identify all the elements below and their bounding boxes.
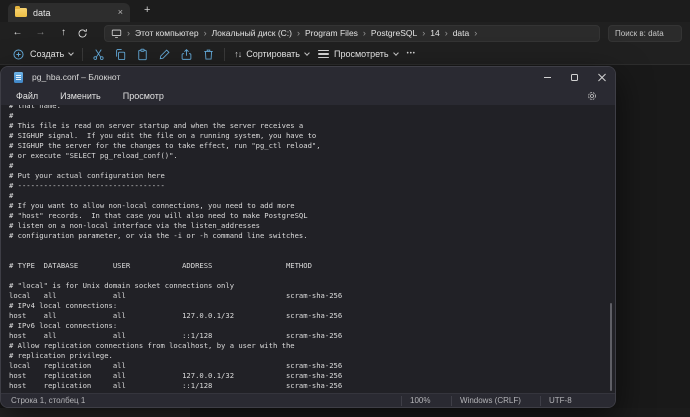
chevron-right-icon: ›: [440, 28, 453, 38]
new-button[interactable]: Создать: [12, 48, 73, 61]
sort-arrows-icon: ↑↓: [234, 49, 241, 59]
chevron-right-icon: ›: [358, 28, 371, 38]
rename-button[interactable]: [158, 48, 171, 61]
close-icon: [598, 73, 606, 81]
breadcrumb-item-data[interactable]: data: [453, 28, 470, 38]
back-button[interactable]: ←: [8, 28, 27, 38]
cut-button[interactable]: [92, 48, 105, 61]
maximize-icon: [571, 74, 578, 81]
search-input[interactable]: Поиск в: data: [608, 25, 682, 42]
view-button[interactable]: Просмотреть: [318, 49, 398, 59]
editor-area[interactable]: # that name. # # This file is read on se…: [1, 105, 615, 393]
minimize-button[interactable]: [534, 67, 561, 87]
notepad-app-icon: [14, 72, 23, 83]
toolbar-separator: [82, 48, 83, 61]
encoding: UTF-8: [540, 396, 615, 406]
up-button[interactable]: ↑: [54, 28, 73, 38]
menu-edit[interactable]: Изменить: [49, 91, 112, 101]
trash-icon: [202, 48, 215, 61]
share-button[interactable]: [180, 48, 193, 61]
new-tab-button[interactable]: +: [144, 4, 150, 18]
chevron-right-icon: ›: [292, 28, 305, 38]
scissors-icon: [92, 48, 105, 61]
explorer-tab-data[interactable]: data ×: [8, 3, 130, 22]
explorer-statusbar: [0, 408, 690, 417]
explorer-tab-strip: data × +: [0, 0, 690, 22]
zoom-level: 100%: [401, 396, 451, 406]
notepad-window: pg_hba.conf – Блокнот Файл Изменить Прос…: [0, 66, 616, 408]
breadcrumb-item-postgresql[interactable]: PostgreSQL: [371, 28, 417, 38]
close-tab-icon[interactable]: ×: [118, 8, 123, 17]
explorer-toolbar: Создать: [0, 44, 690, 65]
share-icon: [180, 48, 193, 61]
chevron-right-icon: ›: [469, 28, 482, 38]
copy-button[interactable]: [114, 48, 127, 61]
breadcrumb-item-disk-c[interactable]: Локальный диск (C:): [212, 28, 292, 38]
desktop: data × + ← → ↑ › Этот компьютер › Локаль…: [0, 0, 690, 417]
refresh-icon: [77, 28, 88, 39]
breadcrumb-item-this-pc[interactable]: Этот компьютер: [135, 28, 199, 38]
breadcrumb-item-program-files[interactable]: Program Files: [305, 28, 358, 38]
tab-title: data: [33, 8, 112, 18]
cursor-position: Строка 1, столбец 1: [1, 396, 401, 405]
menu-file[interactable]: Файл: [5, 91, 49, 101]
menu-view[interactable]: Просмотр: [112, 91, 175, 101]
plus-circle-icon: [12, 48, 25, 61]
chevron-right-icon: ›: [199, 28, 212, 38]
clipboard-icon: [136, 48, 149, 61]
vertical-scrollbar[interactable]: [610, 303, 612, 391]
new-button-label: Создать: [30, 49, 64, 59]
copy-icon: [114, 48, 127, 61]
rename-icon: [158, 48, 171, 61]
chevron-right-icon: ›: [417, 28, 430, 38]
notepad-statusbar: Строка 1, столбец 1 100% Windows (CRLF) …: [1, 393, 615, 407]
chevron-down-icon: [304, 50, 310, 56]
forward-button[interactable]: →: [31, 28, 50, 38]
more-options-button[interactable]: •••: [407, 51, 416, 57]
breadcrumb[interactable]: › Этот компьютер › Локальный диск (C:) ›…: [104, 25, 600, 42]
paste-button[interactable]: [136, 48, 149, 61]
sort-button[interactable]: ↑↓ Сортировать: [234, 49, 309, 59]
notepad-menubar: Файл Изменить Просмотр: [1, 87, 615, 105]
refresh-button[interactable]: [77, 28, 96, 39]
ellipsis-icon: •••: [407, 51, 416, 57]
line-ending: Windows (CRLF): [451, 396, 540, 406]
explorer-navbar: ← → ↑ › Этот компьютер › Локальный диск …: [0, 22, 690, 44]
notepad-titlebar[interactable]: pg_hba.conf – Блокнот: [1, 67, 615, 87]
view-button-label: Просмотреть: [334, 49, 389, 59]
sort-button-label: Сортировать: [246, 49, 300, 59]
computer-icon: [111, 28, 122, 39]
chevron-right-icon: ›: [122, 28, 135, 38]
chevron-down-icon: [68, 50, 74, 56]
toolbar-separator: [224, 48, 225, 61]
settings-gear-icon[interactable]: [586, 90, 598, 102]
folder-icon: [15, 8, 27, 17]
delete-button[interactable]: [202, 48, 215, 61]
view-list-icon: [318, 50, 329, 59]
close-button[interactable]: [588, 67, 615, 87]
minimize-icon: [544, 77, 551, 78]
maximize-button[interactable]: [561, 67, 588, 87]
breadcrumb-item-14[interactable]: 14: [430, 28, 439, 38]
window-title: pg_hba.conf – Блокнот: [32, 72, 534, 82]
editor-text: # that name. # # This file is read on se…: [9, 105, 615, 391]
chevron-down-icon: [393, 50, 399, 56]
